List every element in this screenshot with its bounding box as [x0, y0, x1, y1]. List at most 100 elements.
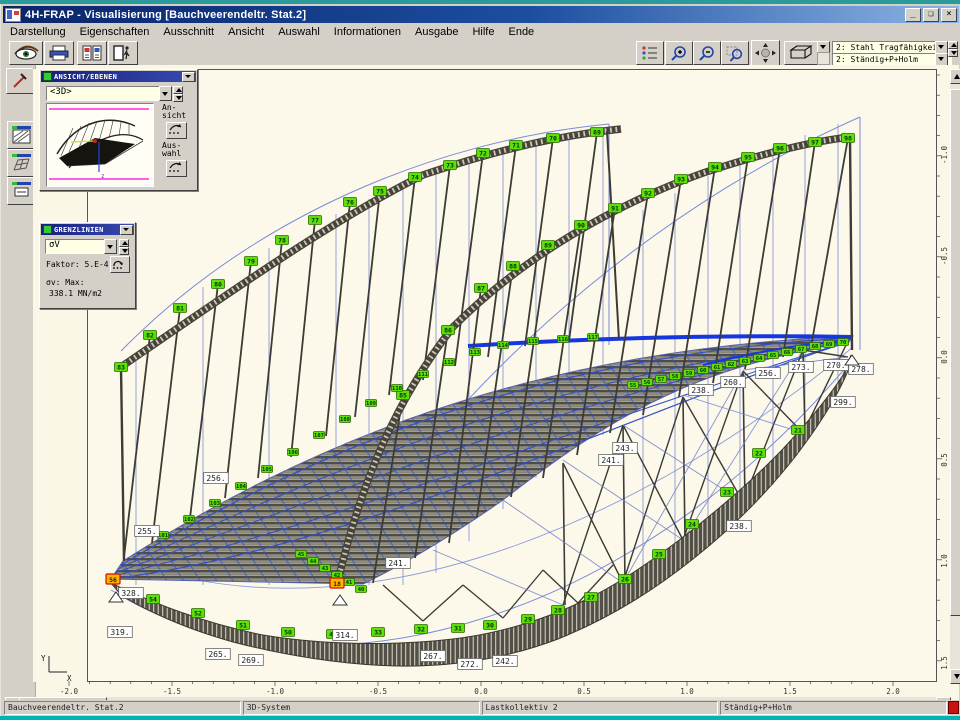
node-label[interactable]: 115 — [528, 338, 539, 345]
grenzlinien-panel[interactable]: GRENZLINIEN σV Faktor: 5.E-4 σv: Max: 33… — [39, 222, 136, 309]
node-label[interactable]: 75 — [374, 187, 387, 196]
node-label[interactable]: 55 — [628, 382, 639, 389]
node-label[interactable]: 43 — [320, 565, 331, 572]
node-label[interactable]: 114 — [498, 342, 509, 349]
pan-navigator[interactable] — [751, 40, 780, 66]
node-label[interactable]: 66 — [782, 349, 793, 356]
node-label[interactable]: 63 — [740, 358, 751, 365]
node-label[interactable]: 103 — [210, 500, 221, 507]
ansicht-panel-titlebar[interactable]: ANSICHT/EBENEN — [41, 71, 196, 82]
node-label[interactable]: 102 — [184, 516, 195, 523]
node-label[interactable]: 104 — [236, 483, 247, 490]
exit-button[interactable] — [108, 41, 138, 65]
node-label[interactable]: 29 — [522, 615, 535, 624]
node-label[interactable]: 95 — [742, 153, 755, 162]
node-label[interactable]: 50 — [282, 628, 295, 637]
node-label[interactable]: 65 — [768, 352, 779, 359]
node-label[interactable]: 73 — [444, 161, 457, 170]
node-label[interactable]: 76 — [344, 198, 357, 207]
node-label[interactable]: 54 — [147, 595, 160, 604]
node-label[interactable]: 83 — [115, 363, 128, 372]
node-label[interactable]: 81 — [174, 304, 187, 313]
zoom-out-button[interactable] — [693, 41, 721, 65]
view-3d-slider[interactable] — [817, 52, 830, 65]
node-label[interactable]: 23 — [721, 488, 734, 497]
node-label[interactable]: 61 — [712, 364, 723, 371]
menu-item-informationen[interactable]: Informationen — [327, 25, 408, 39]
node-label[interactable]: 27 — [585, 593, 598, 602]
report-button[interactable] — [77, 41, 107, 65]
node-label[interactable]: 82 — [144, 331, 157, 340]
menu-item-ausschnitt[interactable]: Ausschnitt — [156, 25, 221, 39]
node-label[interactable]: 67 — [796, 346, 807, 353]
node-label[interactable]: 70 — [838, 339, 849, 346]
node-label[interactable]: 41 — [344, 579, 355, 586]
node-label[interactable]: 59 — [684, 370, 695, 377]
ansicht-ebenen-panel[interactable]: ANSICHT/EBENEN <3D> — [39, 69, 198, 191]
node-label[interactable]: 56 — [642, 379, 653, 386]
node-label[interactable]: 80 — [212, 280, 225, 289]
node-label[interactable]: 108 — [340, 416, 351, 423]
node-label[interactable]: 60 — [698, 367, 709, 374]
menu-item-ansicht[interactable]: Ansicht — [221, 25, 271, 39]
node-label[interactable]: 24 — [686, 520, 699, 529]
node-label[interactable]: 105 — [262, 466, 273, 473]
node-label[interactable]: 30 — [484, 621, 497, 630]
menu-item-eigenschaften[interactable]: Eigenschaften — [73, 25, 157, 39]
menu-item-ende[interactable]: Ende — [501, 25, 541, 39]
scroll-down-button[interactable] — [950, 669, 960, 684]
node-label[interactable]: 72 — [477, 149, 490, 158]
node-label[interactable]: 96 — [774, 144, 787, 153]
node-label[interactable]: 64 — [754, 355, 765, 362]
node-label[interactable]: 107 — [314, 432, 325, 439]
node-label[interactable]: 117 — [588, 334, 599, 341]
node-label[interactable]: 33 — [372, 628, 385, 637]
title-bar[interactable]: 4H-FRAP - Visualisierung [Bauchveerendel… — [3, 6, 959, 23]
node-label[interactable]: 93 — [675, 175, 688, 184]
zoom-window-button[interactable] — [721, 41, 749, 65]
node-label[interactable]: 77 — [309, 216, 322, 225]
node-label[interactable]: 90 — [575, 221, 588, 230]
view-apply-button[interactable] — [166, 122, 187, 139]
maximize-button[interactable]: ❏ — [923, 8, 939, 22]
node-label[interactable]: 87 — [475, 284, 488, 293]
close-button[interactable]: × — [941, 8, 957, 22]
node-label[interactable]: 88 — [507, 262, 520, 271]
node-label[interactable]: 71 — [510, 141, 523, 150]
values-view-button[interactable] — [7, 177, 36, 205]
node-label[interactable]: 98 — [842, 134, 855, 143]
menu-item-ausgabe[interactable]: Ausgabe — [408, 25, 465, 39]
menu-item-darstellung[interactable]: Darstellung — [3, 25, 73, 39]
node-label[interactable]: 69 — [591, 128, 604, 137]
node-label[interactable]: 62 — [726, 361, 737, 368]
minimize-button[interactable]: _ — [905, 8, 921, 22]
support-label[interactable]: 56 — [106, 574, 120, 584]
ansicht-panel-menu-button[interactable] — [182, 72, 195, 82]
node-label[interactable]: 25 — [653, 550, 666, 559]
node-label[interactable]: 89 — [542, 241, 555, 250]
hatch-view-button[interactable] — [7, 121, 36, 149]
node-label[interactable]: 106 — [288, 449, 299, 456]
mesh-view-button[interactable] — [7, 149, 36, 177]
sigma-combo-dropdown[interactable] — [104, 239, 117, 254]
node-label[interactable]: 51 — [237, 621, 250, 630]
node-label[interactable]: 44 — [308, 558, 319, 565]
sigma-combo[interactable]: σV — [45, 239, 108, 254]
node-label[interactable]: 32 — [415, 625, 428, 634]
scroll-up-button[interactable] — [950, 69, 960, 84]
view-preview[interactable]: z — [46, 103, 154, 187]
support-label[interactable]: 18 — [330, 578, 344, 588]
v-scroll-thumb[interactable] — [950, 89, 960, 616]
node-label[interactable]: 21 — [792, 426, 805, 435]
view-3d-button[interactable] — [784, 41, 818, 65]
node-label[interactable]: 74 — [409, 173, 422, 182]
node-label[interactable]: 113 — [470, 349, 481, 356]
node-label[interactable]: 112 — [444, 359, 455, 366]
view-spinner[interactable] — [173, 86, 183, 102]
node-label[interactable]: 70 — [547, 134, 560, 143]
display-settings-button[interactable] — [9, 41, 43, 65]
node-label[interactable]: 52 — [192, 609, 205, 618]
node-label[interactable]: 79 — [245, 257, 258, 266]
selection-apply-button[interactable] — [166, 160, 187, 177]
node-label[interactable]: 58 — [670, 373, 681, 380]
